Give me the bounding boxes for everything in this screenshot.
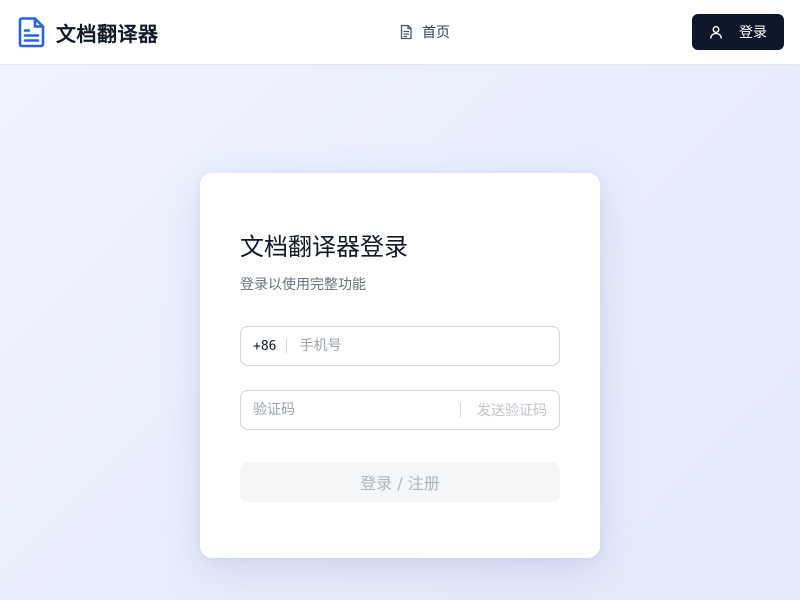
nav-home-label: 首页 [422, 25, 450, 41]
verification-code-input[interactable] [241, 391, 460, 429]
login-card: 文档翻译器登录 登录以使用完整功能 +86 发送验证码 登录 / 注册 [200, 173, 600, 558]
brand[interactable]: 文档翻译器 [18, 15, 159, 49]
phone-field: +86 [240, 326, 560, 366]
country-code-prefix: +86 [253, 338, 277, 354]
header-login-button[interactable]: 登录 [692, 14, 784, 50]
file-text-icon [400, 24, 412, 40]
nav-home-link[interactable]: 首页 [398, 20, 450, 44]
card-subtitle: 登录以使用完整功能 [240, 277, 366, 293]
user-icon [710, 26, 722, 39]
document-icon [18, 17, 45, 48]
verification-code-field: 发送验证码 [240, 390, 560, 430]
brand-title: 文档翻译器 [56, 21, 159, 46]
phone-input[interactable] [287, 327, 559, 365]
login-register-button[interactable]: 登录 / 注册 [240, 462, 560, 502]
send-code-button[interactable]: 发送验证码 [461, 391, 559, 429]
card-title: 文档翻译器登录 [240, 233, 408, 261]
top-header: 文档翻译器 首页 登录 [0, 0, 800, 65]
header-login-label: 登录 [739, 25, 767, 41]
